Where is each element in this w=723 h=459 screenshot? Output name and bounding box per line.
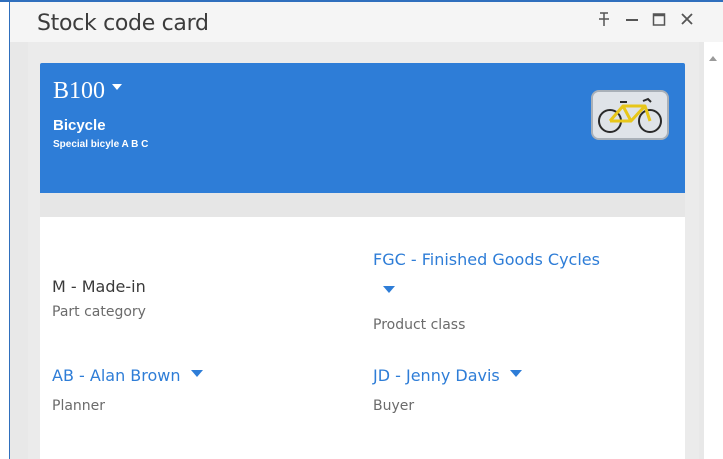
buyer-link[interactable]: JD - Jenny Davis <box>373 366 522 385</box>
stock-code-dropdown[interactable]: B100 <box>53 78 123 104</box>
product-class-link[interactable]: FGC - Finished Goods Cycles <box>373 250 600 269</box>
buyer-value[interactable]: JD - Jenny Davis <box>373 366 500 385</box>
part-category-value: M - Made-in <box>52 277 146 296</box>
part-category-label: Part category <box>52 304 146 320</box>
stock-subdescription: Special bicyle A B C <box>53 139 149 150</box>
card-body: M - Made-in Part category FGC - Finished… <box>40 217 685 459</box>
header-separator <box>40 193 685 217</box>
stock-code-card-window: Stock code card B100 Bicycle Special bic… <box>0 0 723 459</box>
card-header: B100 Bicycle Special bicyle A B C <box>40 63 685 193</box>
product-class-label: Product class <box>373 317 466 333</box>
maximize-icon[interactable] <box>652 10 666 34</box>
pin-icon[interactable] <box>598 10 610 34</box>
minimize-icon[interactable] <box>625 10 639 34</box>
window-border <box>9 0 10 459</box>
buyer-label: Buyer <box>373 398 415 414</box>
bicycle-image[interactable] <box>591 90 669 140</box>
stock-description: Bicycle <box>53 117 106 134</box>
window-title: Stock code card <box>37 11 209 36</box>
vertical-scrollbar[interactable] <box>704 42 723 459</box>
close-icon[interactable] <box>680 10 694 34</box>
planner-label: Planner <box>52 398 106 414</box>
buyer-dropdown-icon[interactable] <box>509 370 522 377</box>
planner-dropdown-icon[interactable] <box>190 370 203 377</box>
product-class-dropdown-icon[interactable] <box>383 286 395 293</box>
planner-value[interactable]: AB - Alan Brown <box>52 366 181 385</box>
scroll-up-arrow-icon[interactable] <box>709 56 717 61</box>
chevron-down-icon[interactable] <box>112 84 123 90</box>
title-bar[interactable]: Stock code card <box>10 2 723 42</box>
planner-link[interactable]: AB - Alan Brown <box>52 366 203 385</box>
stock-code: B100 <box>53 78 106 104</box>
